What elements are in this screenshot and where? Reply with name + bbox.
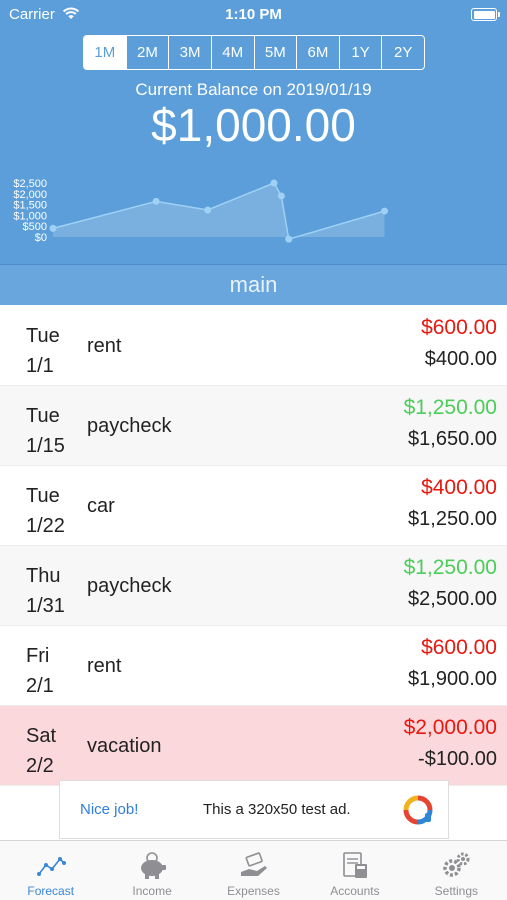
transaction-row[interactable]: Tue 1/1 rent $600.00 $400.00 — [0, 306, 507, 386]
transaction-weekday: Tue — [26, 325, 60, 347]
balance-point — [277, 192, 285, 200]
transaction-amount: $600.00 — [421, 636, 497, 659]
running-balance: $1,900.00 — [408, 668, 497, 690]
transaction-row[interactable]: Thu 1/31 paycheck $1,250.00 $2,500.00 — [0, 546, 507, 626]
range-1m[interactable]: 1M — [84, 36, 126, 69]
transaction-day: 1/15 — [26, 435, 65, 457]
forecast-header: Carrier 1:10 PM 1M 2M 3M 4M 5M 6M 1Y 2Y … — [0, 0, 507, 305]
transaction-row[interactable]: Tue 1/15 paycheck $1,250.00 $1,650.00 — [0, 386, 507, 466]
running-balance: $1,650.00 — [408, 428, 497, 450]
transaction-amount: $600.00 — [421, 316, 497, 339]
transaction-day: 1/22 — [26, 515, 65, 537]
running-balance: -$100.00 — [418, 748, 497, 770]
balance-point — [204, 206, 212, 214]
transaction-payee: rent — [87, 334, 122, 357]
balance-amount: $1,000.00 — [151, 99, 356, 151]
range-2y[interactable]: 2Y — [381, 36, 424, 69]
balance-point — [381, 207, 388, 215]
transaction-list: Tue 1/1 rent $600.00 $400.00 Tue 1/15 payc… — [0, 306, 507, 786]
y-tick-label: $0 — [35, 232, 47, 244]
tab-label: Settings — [434, 884, 478, 898]
tab-bar: Forecast Income Expenses Accounts Settin… — [0, 840, 507, 900]
transaction-amount: $1,250.00 — [403, 396, 497, 419]
ad-logo-icon — [403, 795, 433, 825]
tab-accounts[interactable]: Accounts — [304, 841, 405, 900]
range-2m[interactable]: 2M — [125, 36, 169, 69]
transaction-weekday: Fri — [26, 645, 50, 667]
transaction-weekday: Tue — [26, 485, 60, 507]
range-1y[interactable]: 1Y — [338, 36, 382, 69]
tab-label: Forecast — [27, 884, 75, 898]
transaction-payee: rent — [87, 654, 122, 677]
transaction-row[interactable]: Sat 2/2 vacation $2,000.00 -$100.00 — [0, 706, 507, 786]
transaction-amount: $1,250.00 — [403, 556, 497, 579]
transaction-date: Thu 1/31 — [26, 561, 65, 621]
transaction-payee: vacation — [87, 734, 162, 757]
transaction-date: Tue 1/1 — [26, 321, 60, 381]
ad-title: Nice job! — [80, 801, 139, 818]
tab-income[interactable]: Income — [101, 841, 202, 900]
transaction-day: 1/1 — [26, 355, 54, 377]
transaction-date: Sat 2/2 — [26, 721, 56, 781]
balance-point — [270, 179, 278, 187]
transaction-weekday: Thu — [26, 565, 61, 587]
transaction-date: Tue 1/15 — [26, 401, 65, 461]
transaction-amount: $2,000.00 — [403, 716, 497, 739]
transaction-day: 2/1 — [26, 675, 54, 697]
tab-expenses[interactable]: Expenses — [203, 841, 304, 900]
running-balance: $2,500.00 — [408, 588, 497, 610]
balance-label: Current Balance on 2019/01/19 — [135, 80, 372, 99]
tab-settings[interactable]: Settings — [406, 841, 507, 900]
balance-point — [49, 224, 57, 232]
transaction-day: 2/2 — [26, 755, 54, 777]
range-3m[interactable]: 3M — [168, 36, 211, 69]
tab-forecast[interactable]: Forecast — [0, 841, 101, 900]
range-4m[interactable]: 4M — [210, 36, 254, 69]
transaction-weekday: Sat — [26, 725, 57, 747]
transaction-row[interactable]: Tue 1/22 car $400.00 $1,250.00 — [0, 466, 507, 546]
status-bar: Carrier 1:10 PM — [0, 0, 507, 30]
range-5m[interactable]: 5M — [253, 36, 297, 69]
transaction-row[interactable]: Fri 2/1 rent $600.00 $1,900.00 — [0, 626, 507, 706]
range-selector: 1M 2M 3M 4M 5M 6M 1Y 2Y — [83, 35, 425, 70]
battery-icon — [471, 8, 500, 21]
tab-label: Income — [132, 884, 172, 898]
balance-point — [285, 235, 293, 243]
tab-label: Accounts — [330, 884, 380, 898]
ad-banner[interactable]: Nice job! This a 320x50 test ad. — [59, 780, 449, 839]
status-time: 1:10 PM — [225, 6, 282, 23]
range-6m[interactable]: 6M — [296, 36, 339, 69]
ad-text: This a 320x50 test ad. — [203, 801, 351, 818]
account-name[interactable]: main — [0, 264, 507, 305]
transaction-payee: paycheck — [87, 414, 172, 437]
transaction-amount: $400.00 — [421, 476, 497, 499]
piggy-bank-icon — [141, 852, 167, 879]
hand-money-icon — [240, 852, 267, 876]
running-balance: $400.00 — [424, 348, 497, 370]
tab-label: Expenses — [227, 884, 280, 898]
transaction-date: Fri 2/1 — [26, 641, 54, 701]
balance-area — [53, 183, 385, 240]
transaction-payee: car — [87, 494, 115, 517]
balance-point — [152, 197, 160, 205]
transaction-date: Tue 1/22 — [26, 481, 65, 541]
transaction-weekday: Tue — [26, 405, 60, 427]
balance-chart: $2,500$2,000$1,500$1,000$500$0 — [13, 178, 388, 244]
transaction-day: 1/31 — [26, 595, 65, 617]
forecast-icon — [36, 857, 66, 876]
running-balance: $1,250.00 — [408, 508, 497, 530]
transaction-payee: paycheck — [87, 574, 172, 597]
gears-icon — [443, 852, 470, 877]
ledger-calculator-icon — [343, 852, 367, 878]
